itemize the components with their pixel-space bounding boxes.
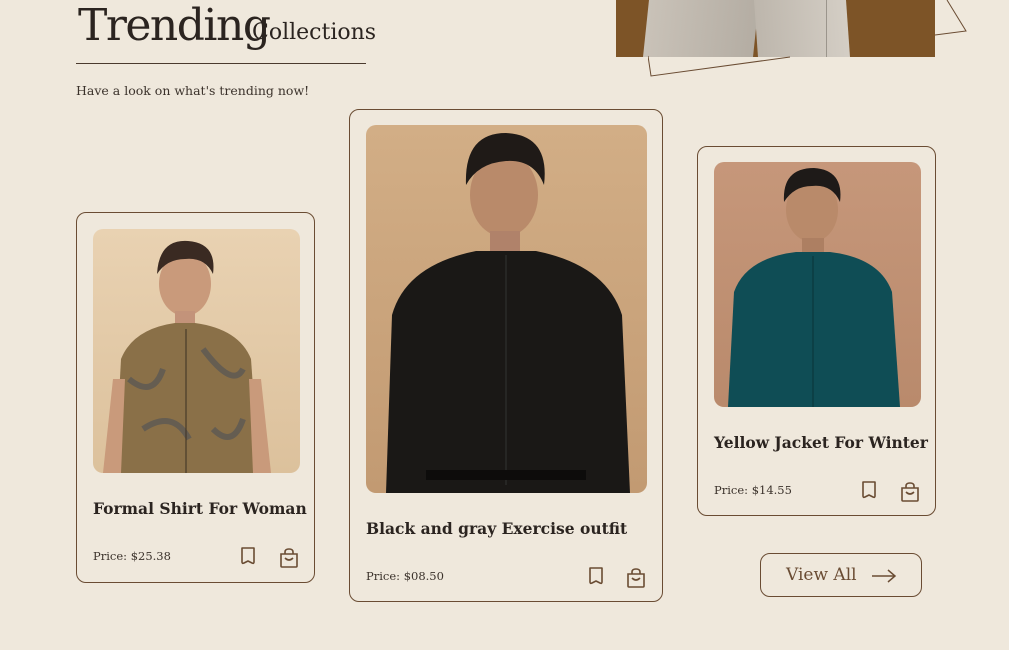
section-subtitle: Have a look on what's trending now! bbox=[76, 83, 310, 98]
bookmark-icon[interactable] bbox=[585, 565, 607, 587]
bookmark-icon[interactable] bbox=[237, 545, 259, 567]
cart-icon[interactable] bbox=[625, 567, 647, 589]
cart-icon[interactable] bbox=[278, 547, 300, 569]
product-name[interactable]: Formal Shirt For Woman bbox=[93, 499, 307, 518]
decorative-frame bbox=[648, 0, 967, 77]
product-card[interactable]: Black and gray Exercise outfit Price: $0… bbox=[349, 109, 663, 602]
view-all-button[interactable]: View All bbox=[760, 553, 922, 597]
heading-subtitle-word: Collections bbox=[252, 20, 377, 45]
heading-title: Trending bbox=[78, 0, 271, 51]
product-price: Price: $25.38 bbox=[93, 549, 171, 563]
cart-icon[interactable] bbox=[899, 481, 921, 503]
product-name[interactable]: Yellow Jacket For Winter bbox=[714, 433, 928, 452]
product-image[interactable] bbox=[93, 229, 300, 473]
product-card[interactable]: Formal Shirt For Woman Price: $25.38 bbox=[76, 212, 315, 583]
product-image[interactable] bbox=[714, 162, 921, 407]
product-price: Price: $08.50 bbox=[366, 569, 444, 583]
product-price: Price: $14.55 bbox=[714, 483, 792, 497]
product-name[interactable]: Black and gray Exercise outfit bbox=[366, 519, 627, 538]
view-all-label: View All bbox=[786, 565, 857, 585]
section-heading: Trending Collections bbox=[76, 0, 376, 64]
product-card[interactable]: Yellow Jacket For Winter Price: $14.55 bbox=[697, 146, 936, 516]
arrow-right-icon bbox=[872, 569, 897, 583]
product-image[interactable] bbox=[366, 125, 647, 493]
bookmark-icon[interactable] bbox=[858, 479, 880, 501]
